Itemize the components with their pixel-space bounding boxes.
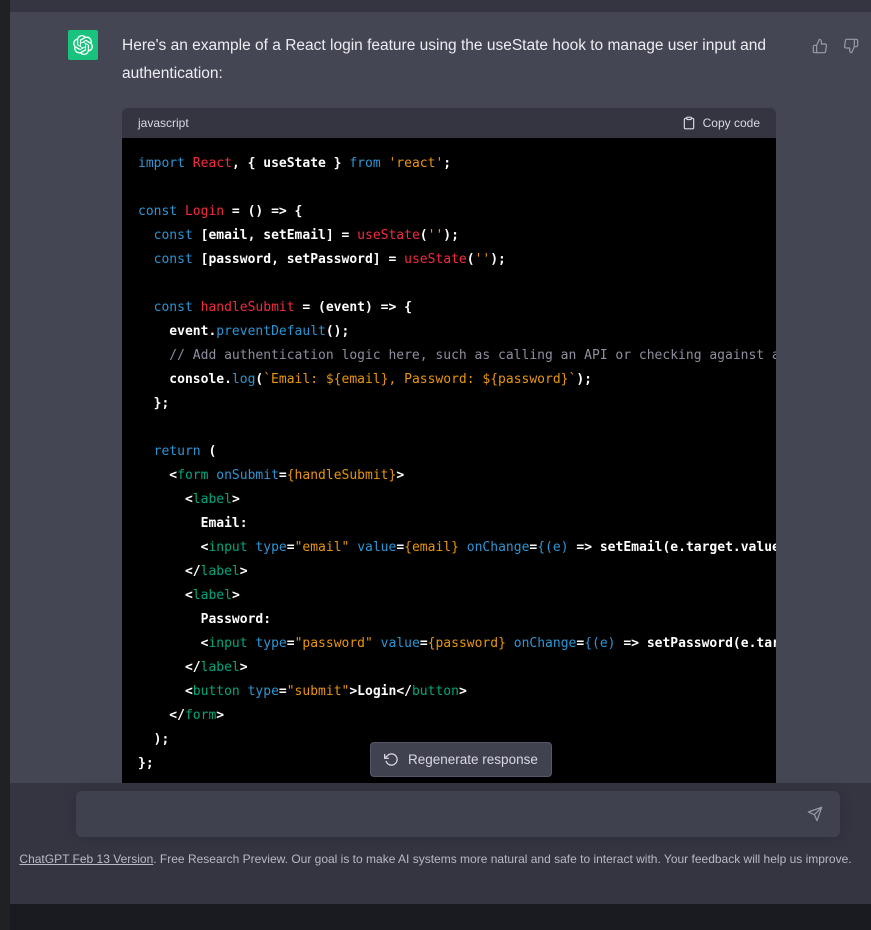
code-line: <form onSubmit={handleSubmit}> — [138, 464, 760, 488]
code-line: const handleSubmit = (event) => { — [138, 296, 760, 320]
footer: ChatGPT Feb 13 Version. Free Research Pr… — [0, 852, 871, 866]
thumbs-up-icon — [812, 38, 828, 54]
code-line: Email: — [138, 512, 760, 536]
code-line: }; — [138, 392, 760, 416]
footer-disclaimer: . Free Research Preview. Our goal is to … — [153, 852, 851, 866]
composer — [76, 791, 840, 837]
code-language-label: javascript — [138, 116, 189, 130]
code-line: <label> — [138, 584, 760, 608]
code-line: <label> — [138, 488, 760, 512]
code-block-header: javascript Copy code — [122, 108, 776, 138]
thumbs-down-button[interactable] — [841, 36, 861, 56]
code-line: import React, { useState } from 'react'; — [138, 152, 760, 176]
openai-logo-icon — [73, 35, 93, 55]
code-line: const [email, setEmail] = useState(''); — [138, 224, 760, 248]
assistant-avatar — [68, 30, 98, 60]
bottom-bar — [0, 904, 871, 930]
left-edge-strip — [0, 0, 10, 930]
code-line: </form> — [138, 704, 760, 728]
assistant-message-section: Here's an example of a React login featu… — [0, 12, 871, 783]
code-line: </label> — [138, 656, 760, 680]
chatgpt-app: Here's an example of a React login featu… — [0, 0, 871, 930]
footer-version-link[interactable]: ChatGPT Feb 13 Version — [19, 852, 153, 866]
code-line: <input type="email" value={email} onChan… — [138, 536, 760, 560]
thumbs-down-icon — [843, 38, 859, 54]
code-line — [138, 272, 760, 296]
code-line — [138, 176, 760, 200]
message-feedback — [810, 36, 861, 56]
code-line: return ( — [138, 440, 760, 464]
code-line: <button type="submit">Login</button> — [138, 680, 760, 704]
message-input[interactable] — [76, 791, 840, 837]
thumbs-up-button[interactable] — [810, 36, 830, 56]
send-icon — [807, 806, 823, 822]
code-line: // Add authentication logic here, such a… — [138, 344, 760, 368]
assistant-message-row: Here's an example of a React login featu… — [0, 12, 871, 783]
code-line: console.log(`Email: ${email}, Password: … — [138, 368, 760, 392]
composer-section: ChatGPT Feb 13 Version. Free Research Pr… — [0, 783, 871, 904]
code-block: javascript Copy code import React, { — [122, 108, 776, 783]
code-line: <input type="password" value={password} … — [138, 632, 760, 656]
regenerate-button[interactable]: Regenerate response — [370, 742, 552, 777]
clipboard-icon — [682, 116, 696, 130]
copy-code-button[interactable]: Copy code — [682, 116, 760, 130]
message-text: Here's an example of a React login featu… — [122, 32, 776, 88]
code-content: import React, { useState } from 'react';… — [122, 138, 776, 783]
code-line: Password: — [138, 608, 760, 632]
code-line: </label> — [138, 560, 760, 584]
code-line: const Login = () => { — [138, 200, 760, 224]
code-line — [138, 416, 760, 440]
copy-code-label: Copy code — [703, 116, 760, 130]
regenerate-icon — [384, 752, 399, 767]
code-line: const [password, setPassword] = useState… — [138, 248, 760, 272]
message-content: Here's an example of a React login featu… — [122, 30, 776, 783]
regenerate-label: Regenerate response — [408, 752, 538, 767]
send-button[interactable] — [800, 800, 830, 828]
code-line: event.preventDefault(); — [138, 320, 760, 344]
